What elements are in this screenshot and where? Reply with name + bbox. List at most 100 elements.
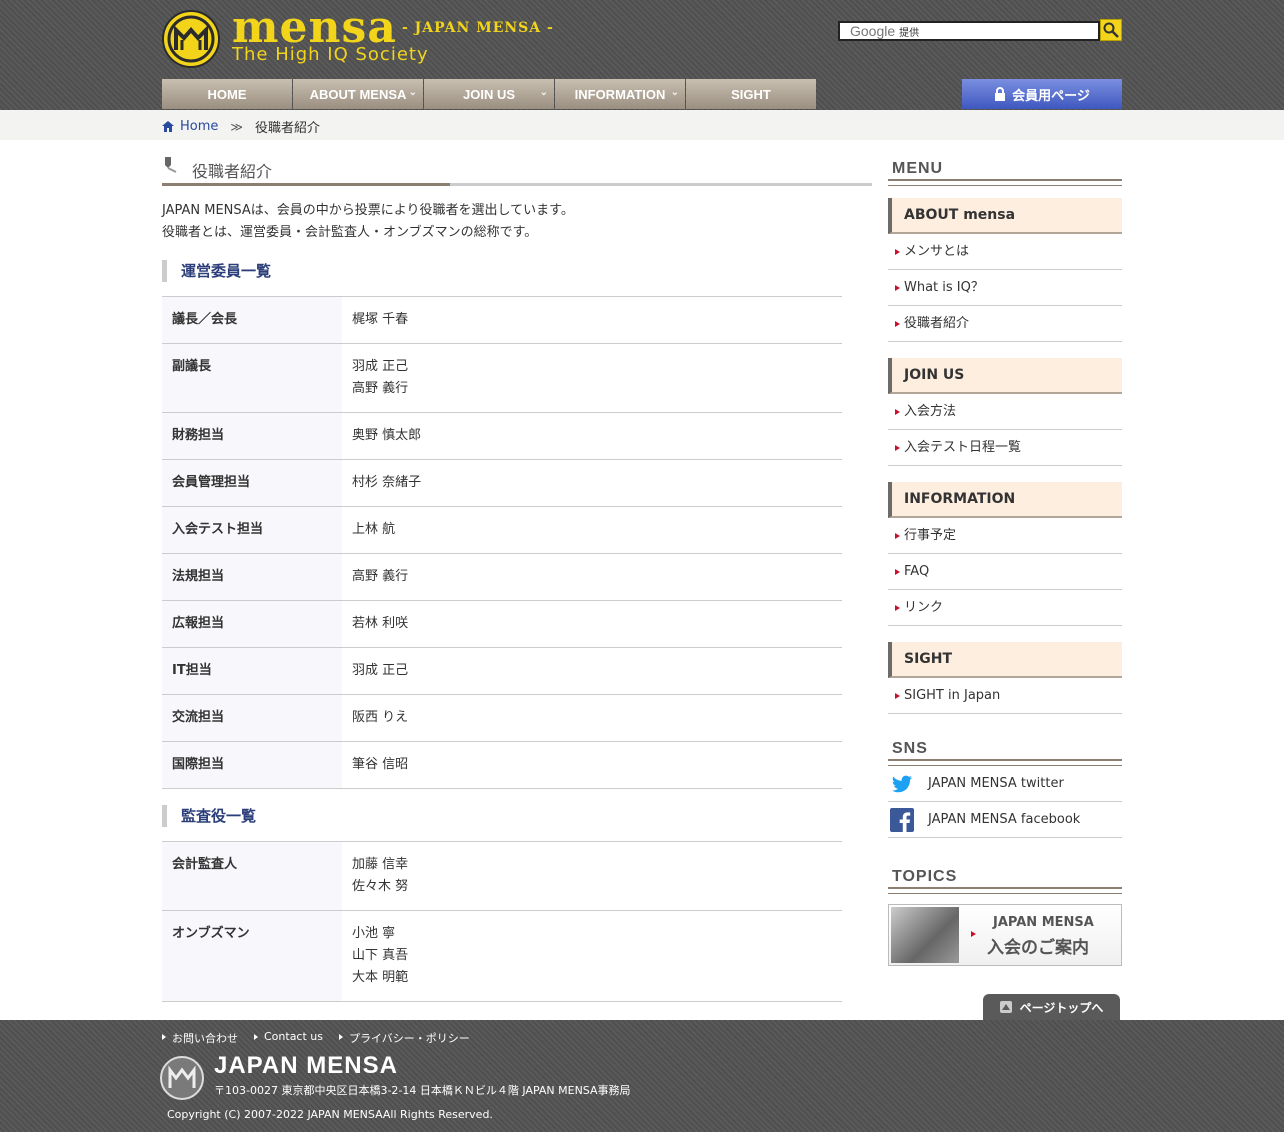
auditor-table: 会計監査人 加藤 信幸 佐々木 努 オンブズマン 小池 寧山下 真吾 大本 明範	[162, 841, 842, 1002]
sidebar-item-sight-japan[interactable]: SIGHT in Japan	[888, 678, 1122, 714]
role-name: 入会テスト担当	[162, 506, 342, 554]
person-name: 羽成 正己	[352, 663, 409, 678]
member-page-button[interactable]: 会員用ページ	[962, 79, 1122, 109]
person-name: 阪西 りえ	[352, 710, 409, 725]
role-holder: 上林 航	[342, 506, 842, 554]
sidebar-item-faq[interactable]: FAQ	[888, 554, 1122, 590]
sidebar: MENU ABOUT mensa メンサとは What is IQ？ 役職者紹介…	[888, 152, 1122, 966]
person-name: 奥野 慎太郎	[352, 428, 422, 443]
sns-facebook-label: JAPAN MENSA facebook	[928, 812, 1081, 827]
topic-line-1: JAPAN MENSA	[993, 915, 1094, 930]
footer-link-contact-jp[interactable]: お問い合わせ	[162, 1030, 238, 1046]
person-name: 山下 真吾	[352, 948, 409, 963]
role-name: 国際担当	[162, 741, 342, 789]
table-row: 副議長 羽成 正己高野 義行	[162, 343, 842, 413]
table-row: 入会テスト担当 上林 航	[162, 506, 842, 554]
nav-sight[interactable]: SIGHT	[686, 79, 816, 109]
chevron-down-icon: ⌄	[539, 87, 548, 98]
person-name: 若林 利咲	[352, 616, 409, 631]
member-page-label: 会員用ページ	[1012, 88, 1090, 104]
topics-heading: TOPICS	[888, 860, 1122, 894]
breadcrumb-bar: Home ≫ 役職者紹介	[0, 110, 1284, 140]
role-holder: 村杉 奈緒子	[342, 459, 842, 507]
person-name: 筆谷 信昭	[352, 757, 409, 772]
page-top-label: ページトップへ	[1019, 1000, 1104, 1015]
facebook-icon	[890, 808, 914, 832]
sns-facebook-link[interactable]: JAPAN MENSA facebook	[888, 802, 1122, 838]
sns-twitter-link[interactable]: JAPAN MENSA twitter	[888, 766, 1122, 802]
person-name: 梶塚 千春	[352, 312, 409, 327]
intro-line-2: 役職者とは、運営委員・会計監査人・オンブズマンの総称です。	[162, 225, 538, 240]
footer-copyright: Copyright (C) 2007-2022 JAPAN MENSAAll R…	[167, 1108, 493, 1121]
sidebar-category-sight: SIGHT	[888, 642, 1122, 678]
site-search: Google 提供	[838, 19, 1122, 43]
intro-line-1: JAPAN MENSAは、会員の中から投票により役職者を選出しています。	[162, 203, 574, 218]
site-logo[interactable]: mensa - JAPAN MENSA - The High IQ Societ…	[162, 2, 562, 70]
logo-tagline: The High IQ Society	[232, 44, 429, 65]
person-name: 羽成 正己	[352, 359, 409, 374]
table-row: 交流担当 阪西 りえ	[162, 694, 842, 742]
search-input[interactable]	[838, 21, 1100, 41]
sidebar-item-test-schedule[interactable]: 入会テスト日程一覧	[888, 430, 1122, 466]
person-name: 高野 義行	[352, 381, 409, 396]
footer-link-contact-en[interactable]: Contact us	[254, 1030, 323, 1046]
page-top-button[interactable]: ページトップへ	[983, 994, 1120, 1020]
nav-information-label: INFORMATION	[574, 86, 666, 102]
committee-section-title: 運営委員一覧	[162, 260, 872, 282]
heading-underline-accent	[162, 183, 450, 186]
person-name: 上林 航	[352, 522, 396, 537]
mensa-logo-icon	[162, 10, 220, 68]
role-holder: 梶塚 千春	[342, 296, 842, 344]
sidebar-item-links[interactable]: リンク	[888, 590, 1122, 626]
nav-home-label: HOME	[207, 86, 247, 102]
site-footer: お問い合わせ Contact us プライバシー・ポリシー JAPAN MENS…	[0, 1020, 1284, 1132]
nav-sight-label: SIGHT	[731, 86, 771, 102]
table-row: 会員管理担当 村杉 奈緒子	[162, 459, 842, 507]
footer-link-privacy[interactable]: プライバシー・ポリシー	[339, 1030, 470, 1046]
sns-heading: SNS	[888, 732, 1122, 766]
sidebar-item-what-is-iq[interactable]: What is IQ？	[888, 270, 1122, 306]
nav-join-label: JOIN US	[462, 86, 515, 102]
nav-join-us[interactable]: JOIN US ⌄	[424, 79, 554, 109]
table-row: 財務担当 奥野 慎太郎	[162, 412, 842, 460]
sidebar-item-what-is-mensa[interactable]: メンサとは	[888, 234, 1122, 270]
page-title: 役職者紹介	[192, 162, 273, 181]
arrow-up-icon	[999, 1001, 1012, 1013]
sidebar-item-officers[interactable]: 役職者紹介	[888, 306, 1122, 342]
role-name: IT担当	[162, 647, 342, 695]
nav-about-mensa[interactable]: ABOUT MENSA ⌄	[293, 79, 423, 109]
nav-information[interactable]: INFORMATION ⌄	[555, 79, 685, 109]
sidebar-item-events[interactable]: 行事予定	[888, 518, 1122, 554]
main-content: 役職者紹介 JAPAN MENSAは、会員の中から投票により役職者を選出していま…	[162, 152, 872, 1002]
role-name: 広報担当	[162, 600, 342, 648]
role-holder: 筆谷 信昭	[342, 741, 842, 789]
footer-org-name: JAPAN MENSA	[214, 1052, 398, 1079]
search-button[interactable]	[1100, 19, 1122, 41]
topic-banner-join[interactable]: JAPAN MENSA 入会のご案内	[888, 904, 1122, 966]
sidebar-item-how-to-join[interactable]: 入会方法	[888, 394, 1122, 430]
table-row: IT担当 羽成 正己	[162, 647, 842, 695]
role-name: 副議長	[162, 343, 342, 413]
role-name: 財務担当	[162, 412, 342, 460]
nav-home[interactable]: HOME	[162, 79, 292, 109]
chevron-down-icon: ⌄	[408, 87, 417, 98]
menu-heading: MENU	[888, 152, 1122, 186]
page-heading: 役職者紹介	[162, 152, 872, 186]
person-name: 大本 明範	[352, 970, 409, 985]
site-header: mensa - JAPAN MENSA - The High IQ Societ…	[0, 0, 1284, 110]
footer-mensa-logo-icon	[160, 1056, 204, 1100]
home-icon	[162, 121, 174, 132]
sidebar-category-join: JOIN US	[888, 358, 1122, 394]
person-name: 高野 義行	[352, 569, 409, 584]
footer-links: お問い合わせ Contact us プライバシー・ポリシー	[162, 1030, 470, 1046]
breadcrumb: Home ≫ 役職者紹介	[162, 117, 320, 136]
table-row: 広報担当 若林 利咲	[162, 600, 842, 648]
table-row: 国際担当 筆谷 信昭	[162, 741, 842, 789]
role-holder: 羽成 正己高野 義行	[342, 343, 842, 413]
person-name: 佐々木 努	[352, 879, 409, 894]
role-name: 会員管理担当	[162, 459, 342, 507]
breadcrumb-home-link[interactable]: Home	[180, 119, 218, 134]
person-name: 小池 寧	[352, 926, 396, 941]
role-holder: 奥野 慎太郎	[342, 412, 842, 460]
footer-address: 〒103-0027 東京都中央区日本橋3-2-14 日本橋ＫＮビル４階 JAPA…	[214, 1084, 631, 1097]
